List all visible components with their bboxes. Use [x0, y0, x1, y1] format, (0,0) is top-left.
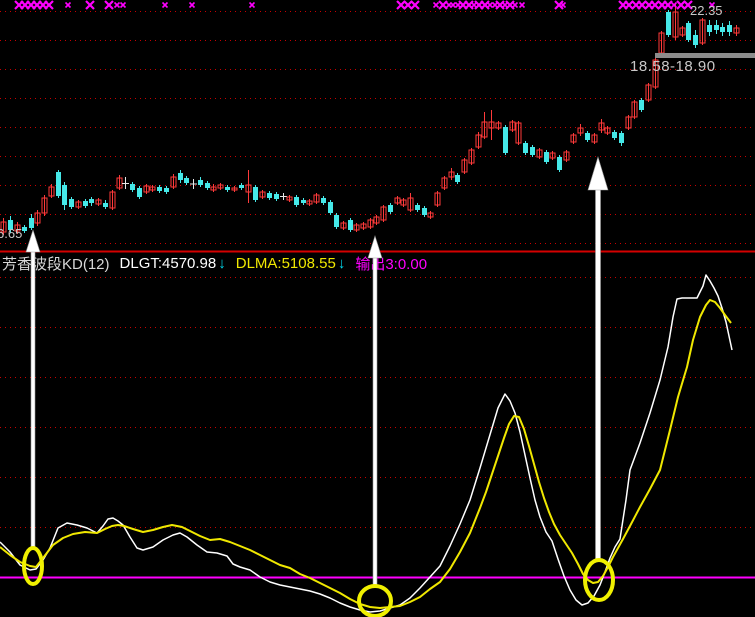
candle-body-down	[639, 100, 644, 110]
candle-body-down	[585, 133, 590, 140]
candle-body-down	[137, 188, 142, 197]
candle-body-down	[130, 184, 135, 190]
candle-body-down	[178, 173, 183, 180]
candle-body-down	[164, 188, 169, 192]
candle-body-down	[455, 175, 460, 182]
up-arrow-head-icon	[587, 155, 609, 191]
range-price-label: 18.58-18.90	[630, 58, 716, 75]
low-price-label: 6.65	[0, 226, 23, 241]
candle-body-down	[253, 187, 258, 200]
candle-body-down	[103, 203, 108, 207]
signal-arrows	[25, 155, 609, 588]
candle-body-down	[422, 208, 427, 215]
candle-body-down	[707, 25, 712, 32]
kd-k-line-white	[0, 274, 733, 613]
candle-body-down	[388, 205, 393, 212]
candle-body-down	[62, 185, 67, 205]
candle-body-down	[619, 133, 624, 143]
candle-body-down	[612, 132, 617, 138]
candle-body-down	[415, 205, 420, 210]
kd-d-line-yellow	[0, 299, 732, 609]
candle-body-down	[686, 23, 691, 40]
candle-body-down	[503, 127, 508, 153]
candle-body-down	[727, 25, 732, 32]
candle-body-down	[198, 180, 203, 185]
candle-body-down	[693, 35, 698, 45]
candle-body-down	[301, 200, 306, 203]
candle-body-down	[328, 202, 333, 213]
candle-body-down	[720, 27, 725, 32]
candle-body-down	[157, 187, 162, 191]
up-arrow-head-icon	[25, 229, 41, 253]
candle-body-down	[184, 178, 189, 183]
candle-body-down	[89, 199, 94, 203]
high-price-label: 22.35	[690, 3, 723, 18]
candle-body-down	[205, 183, 210, 188]
up-arrow-shaft	[30, 249, 36, 549]
candle-body-down	[22, 227, 27, 231]
grid-lines	[0, 11, 755, 528]
candle-body-down	[274, 194, 279, 199]
candle-body-down	[294, 197, 299, 205]
candle-body-down	[523, 143, 528, 153]
candle-body-down	[321, 198, 326, 203]
candle-body-down	[239, 185, 244, 188]
candlesticks	[0, 4, 740, 235]
candle-body-down	[714, 25, 719, 30]
up-arrow-shaft	[372, 255, 378, 588]
top-signal-markers	[14, 0, 716, 10]
candle-body-down	[69, 199, 74, 207]
candle-body-down	[83, 201, 88, 206]
candle-body-down	[666, 12, 671, 35]
up-arrow-head-icon	[367, 235, 383, 259]
candle-body-down	[267, 193, 272, 198]
up-arrow-shaft	[595, 187, 601, 561]
candle-body-down	[29, 218, 34, 228]
chart-canvas[interactable]	[0, 0, 755, 617]
candle-body-down	[544, 152, 549, 162]
candle-body-down	[557, 157, 562, 170]
candle-body-down	[225, 187, 230, 190]
candle-body-down	[530, 147, 535, 155]
stock-chart-window: 22.35 18.58-18.90 6.65 芳香波段KD(12) DLGT:4…	[0, 0, 755, 617]
candle-body-down	[348, 220, 353, 230]
candle-body-down	[56, 172, 61, 196]
candle-body-down	[334, 215, 339, 227]
